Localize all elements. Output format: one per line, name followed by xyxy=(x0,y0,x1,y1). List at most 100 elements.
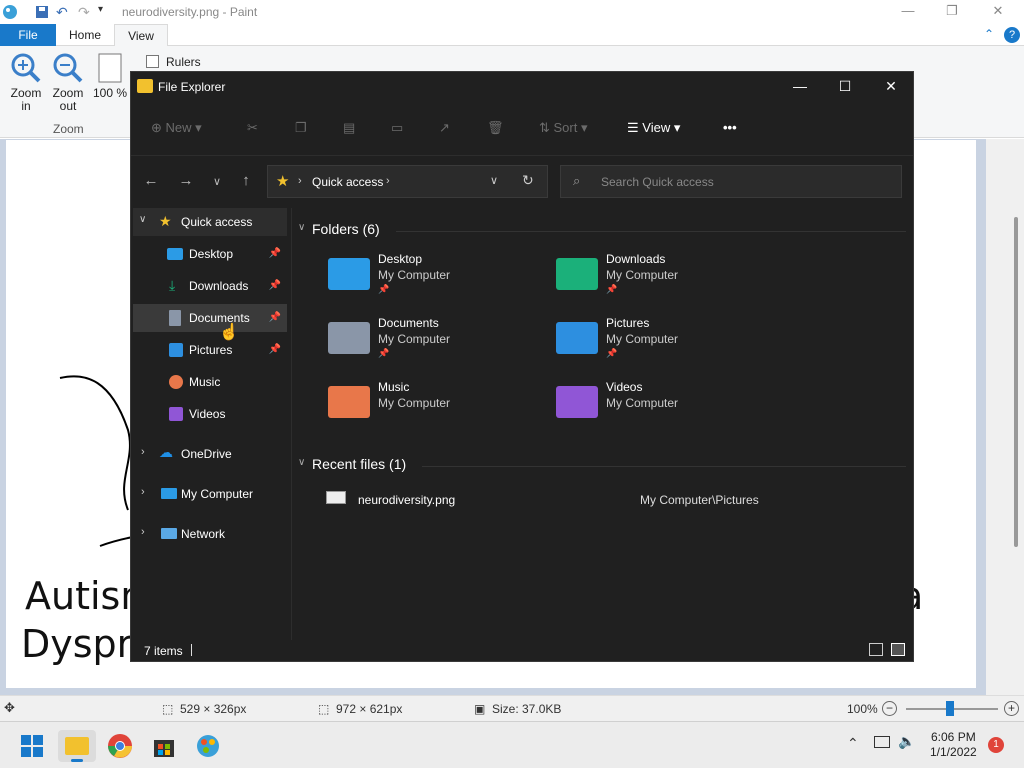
navigation-pane: ∨ ★ Quick access Desktop 📌 ⤓ Downloads 📌… xyxy=(131,208,291,640)
forward-button[interactable]: → xyxy=(176,172,196,189)
folder-documents-icon xyxy=(328,322,370,354)
chevron-down-icon[interactable]: ∨ xyxy=(139,214,155,230)
taskbar-file-explorer[interactable] xyxy=(58,730,96,762)
chevron-right-icon[interactable]: › xyxy=(141,446,157,462)
folder-documents[interactable]: Documents My Computer 📌 xyxy=(328,316,548,376)
sidebar-item-label: Music xyxy=(189,375,221,389)
details-view-icon[interactable] xyxy=(869,643,883,656)
paste-icon[interactable]: ▤ xyxy=(343,120,355,136)
vertical-scrollbar[interactable] xyxy=(986,139,1024,695)
rulers-checkbox[interactable] xyxy=(146,55,159,68)
up-button[interactable]: ↑ xyxy=(236,172,256,189)
zoom-out-small-button[interactable]: − xyxy=(882,701,897,716)
folder-desktop[interactable]: Desktop My Computer 📌 xyxy=(328,252,548,312)
rename-icon[interactable]: ▭ xyxy=(391,120,403,136)
recent-files-header[interactable]: Recent files (1) xyxy=(312,456,406,472)
display-icon[interactable] xyxy=(874,736,890,748)
time: 6:06 PM xyxy=(931,730,976,744)
zoom-level: 100% xyxy=(847,702,878,716)
customize-toolbar-icon[interactable]: ▾ xyxy=(98,4,114,20)
sidebar-item-my-computer[interactable]: › My Computer xyxy=(133,480,287,508)
help-icon[interactable]: ? xyxy=(1004,27,1020,43)
pin-icon: 📌 xyxy=(606,284,618,294)
save-icon[interactable] xyxy=(34,4,50,20)
folder-pictures[interactable]: Pictures My Computer 📌 xyxy=(556,316,776,376)
sort-button[interactable]: ⇅ Sort ▾ xyxy=(539,120,588,136)
sidebar-item-downloads[interactable]: ⤓ Downloads 📌 xyxy=(133,272,287,300)
zoom-in-button[interactable]: Zoom in xyxy=(6,52,46,113)
show-hidden-icons-icon[interactable]: ⌃ xyxy=(847,735,859,752)
folders-header[interactable]: Folders (6) xyxy=(312,221,380,237)
zoom-out-icon xyxy=(53,53,83,83)
taskbar-chrome[interactable] xyxy=(104,730,136,762)
cut-icon[interactable]: ✂ xyxy=(247,120,258,136)
view-button[interactable]: ☰ View ▾ xyxy=(627,120,680,136)
tab-file[interactable]: File xyxy=(0,24,56,46)
explorer-title: File Explorer xyxy=(158,80,226,94)
divider xyxy=(422,466,906,467)
folder-name: Desktop xyxy=(378,252,423,266)
chevron-right-icon[interactable]: › xyxy=(141,526,157,542)
address-bar[interactable]: ★ › Quick access › ∨ ↻ xyxy=(267,165,548,198)
explorer-close-button[interactable]: ✕ xyxy=(882,78,900,96)
paint-minimize-button[interactable]: — xyxy=(896,3,920,18)
recent-locations-button[interactable]: ∨ xyxy=(207,175,227,188)
collapse-ribbon-icon[interactable]: ⌃ xyxy=(984,27,994,41)
sidebar-item-videos[interactable]: Videos xyxy=(133,400,287,428)
zoom-in-small-button[interactable]: + xyxy=(1004,701,1019,716)
copy-icon[interactable]: ❐ xyxy=(295,120,307,136)
redo-icon[interactable]: ↷ xyxy=(78,4,94,20)
new-button[interactable]: ⊕ New ▾ xyxy=(151,120,202,136)
undo-icon[interactable]: ↶ xyxy=(56,4,72,20)
sidebar-item-documents[interactable]: Documents 📌 xyxy=(133,304,287,332)
hundred-percent-button[interactable]: 100 % xyxy=(90,52,130,100)
sidebar-item-desktop[interactable]: Desktop 📌 xyxy=(133,240,287,268)
more-options-button[interactable]: ••• xyxy=(723,120,737,135)
sidebar-item-quick-access[interactable]: ∨ ★ Quick access xyxy=(133,208,287,236)
taskbar-store[interactable] xyxy=(148,730,180,762)
sidebar-item-music[interactable]: Music xyxy=(133,368,287,396)
folder-music[interactable]: Music My Computer xyxy=(328,380,548,440)
recent-file-row[interactable]: neurodiversity.png My Computer\Pictures xyxy=(322,486,882,512)
notification-badge[interactable]: 1 xyxy=(988,737,1004,753)
clock[interactable]: 6:06 PM 1/1/2022 xyxy=(930,730,977,760)
folder-videos[interactable]: Videos My Computer xyxy=(556,380,776,440)
back-button[interactable]: ← xyxy=(141,172,161,189)
taskbar: ⌃ 🔈 6:06 PM 1/1/2022 1 xyxy=(0,721,1024,768)
paint-restore-button[interactable]: ❐ xyxy=(940,3,964,19)
chevron-down-icon[interactable]: ∨ xyxy=(298,457,305,468)
refresh-icon[interactable]: ↻ xyxy=(522,172,534,189)
scrollbar-thumb[interactable] xyxy=(1014,217,1018,547)
chevron-right-icon[interactable]: › xyxy=(141,486,157,502)
paint-close-button[interactable]: ✕ xyxy=(986,3,1010,19)
explorer-maximize-button[interactable]: ☐ xyxy=(836,78,854,96)
folder-downloads[interactable]: Downloads My Computer 📌 xyxy=(556,252,776,312)
zoom-out-button[interactable]: Zoom out xyxy=(48,52,88,113)
taskbar-paint[interactable] xyxy=(192,730,224,762)
breadcrumb-quick-access[interactable]: Quick access xyxy=(312,175,383,189)
desktop-icon xyxy=(167,248,183,260)
sidebar-item-label: Pictures xyxy=(189,343,233,357)
sidebar-item-onedrive[interactable]: › ☁ OneDrive xyxy=(133,440,287,468)
sidebar-item-pictures[interactable]: Pictures 📌 xyxy=(133,336,287,364)
tab-view[interactable]: View xyxy=(114,24,168,47)
sidebar-item-network[interactable]: › Network xyxy=(133,520,287,548)
share-icon[interactable]: ↗ xyxy=(439,120,450,136)
explorer-minimize-button[interactable]: — xyxy=(791,78,809,96)
volume-icon[interactable]: 🔈 xyxy=(898,733,915,750)
chevron-down-icon[interactable]: ∨ xyxy=(298,222,305,233)
search-box[interactable]: ⌕ Search Quick access xyxy=(560,165,902,198)
explorer-title-bar: File Explorer — ☐ ✕ xyxy=(131,72,913,102)
rulers-label: Rulers xyxy=(166,55,201,69)
store-icon xyxy=(154,740,174,757)
delete-icon[interactable]: 🗑 xyxy=(487,120,504,136)
zoom-slider-thumb[interactable] xyxy=(946,701,954,716)
tab-home[interactable]: Home xyxy=(62,24,108,46)
start-button[interactable] xyxy=(16,730,48,762)
tiles-view-icon[interactable] xyxy=(891,643,905,656)
divider xyxy=(191,644,192,656)
file-size: Size: 37.0KB xyxy=(492,702,562,716)
address-dropdown-icon[interactable]: ∨ xyxy=(490,174,498,187)
view-icon: ☰ xyxy=(627,120,643,135)
windows-logo-icon xyxy=(21,735,43,757)
